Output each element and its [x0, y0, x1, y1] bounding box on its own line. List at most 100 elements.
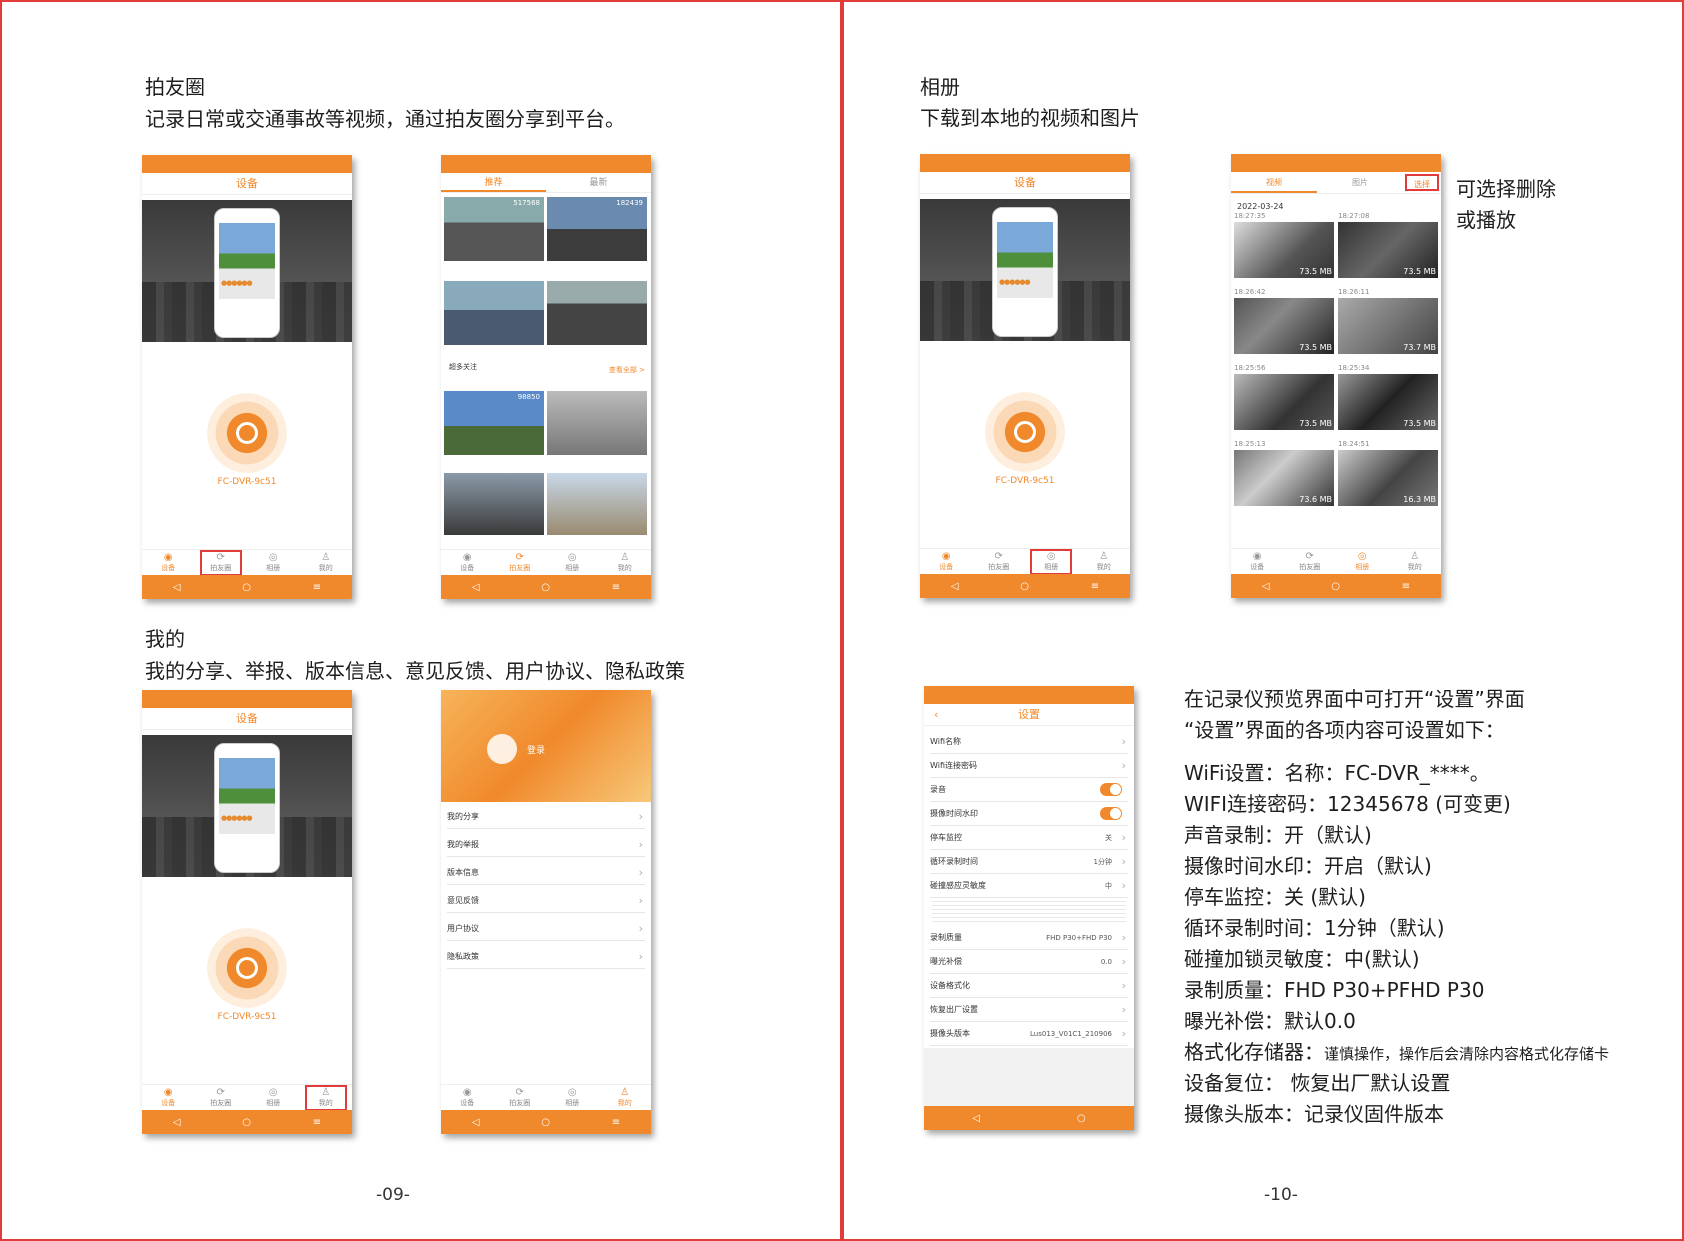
back-key[interactable]: ◁	[173, 1117, 181, 1128]
see-all-link[interactable]: 查看全部 >	[609, 365, 645, 375]
settings-row[interactable]: 录制质量 FHD P30+FHD P30 ›	[930, 926, 1128, 950]
video-thumb[interactable]: 73.5 MB	[1234, 374, 1334, 430]
feed-video-thumb[interactable]: 98850	[444, 391, 544, 455]
tab-album[interactable]: ◎ 相册	[552, 1086, 592, 1110]
tab-mine[interactable]: ♙ 我的	[605, 1086, 645, 1110]
menu-item[interactable]: 我的举报 ›	[447, 833, 645, 857]
tab-device[interactable]: ◉ 设备	[148, 1086, 188, 1110]
video-timestamp: 18:25:13	[1234, 440, 1266, 448]
settings-row[interactable]: 设备格式化 ›	[930, 974, 1128, 998]
feed-video-thumb[interactable]	[547, 281, 647, 345]
settings-intro-2: “设置”界面的各项内容可设置如下：	[1184, 718, 1505, 742]
tab-moments[interactable]: ⟳ 拍友圈	[201, 1086, 241, 1110]
tab-device[interactable]: ◉ 设备	[447, 1086, 487, 1110]
back-key[interactable]: ◁	[472, 582, 480, 593]
video-thumb[interactable]: 73.5 MB	[1338, 374, 1438, 430]
album-note-1: 可选择删除	[1456, 177, 1556, 201]
tab-recommend[interactable]: 推荐	[441, 173, 546, 192]
video-thumb[interactable]: 73.5 MB	[1234, 222, 1334, 278]
menu-item[interactable]: 用户协议 ›	[447, 917, 645, 941]
tab-album[interactable]: ◎ 相册	[1030, 548, 1073, 575]
menu-item[interactable]: 版本信息 ›	[447, 861, 645, 885]
tab-latest[interactable]: 最新	[546, 173, 651, 192]
settings-row[interactable]: 录音	[930, 778, 1128, 802]
video-thumb[interactable]: 73.6 MB	[1234, 450, 1334, 506]
tab-device[interactable]: ◉ 设备	[148, 551, 188, 575]
toggle-switch[interactable]	[1100, 807, 1122, 820]
settings-row[interactable]: 停车监控关 ›	[930, 826, 1128, 850]
menu-item[interactable]: 我的分享 ›	[447, 805, 645, 829]
settings-bottom-area	[924, 1048, 1134, 1106]
username[interactable]: 登录	[527, 743, 545, 756]
feed-video-thumb[interactable]	[547, 391, 647, 455]
menu-key[interactable]: ≡	[1402, 581, 1410, 592]
menu-key[interactable]: ≡	[1091, 581, 1099, 592]
feed-video-thumb[interactable]	[444, 473, 544, 535]
feed-video-thumb[interactable]: 182439	[547, 197, 647, 261]
video-timestamp: 18:26:11	[1338, 288, 1370, 296]
tab-photo[interactable]: 图片	[1317, 172, 1403, 193]
tab-mine[interactable]: ♙ 我的	[605, 551, 645, 575]
home-key[interactable]: ○	[541, 1117, 550, 1128]
tab-mine[interactable]: ♙ 我的	[1084, 550, 1124, 574]
file-size: 73.7 MB	[1403, 343, 1436, 352]
tab-device[interactable]: ◉ 设备	[926, 550, 966, 574]
menu-key[interactable]: ≡	[313, 582, 321, 593]
tab-album[interactable]: ◎ 相册	[1342, 550, 1382, 574]
back-key[interactable]: ◁	[472, 1117, 480, 1128]
video-thumb[interactable]: 16.3 MB	[1338, 450, 1438, 506]
back-icon[interactable]: ‹	[934, 704, 938, 726]
video-thumb[interactable]: 73.7 MB	[1338, 298, 1438, 354]
home-key[interactable]: ○	[1020, 581, 1029, 592]
home-key[interactable]: ○	[242, 582, 251, 593]
back-key[interactable]: ◁	[1262, 581, 1270, 592]
tab-device[interactable]: ◉ 设备	[1237, 550, 1277, 574]
tab-moments[interactable]: ⟳ 拍友圈	[500, 1086, 540, 1110]
tab-moments[interactable]: ⟳ 拍友圈	[979, 550, 1019, 574]
settings-row[interactable]: 碰撞感应灵敏度中 ›	[930, 874, 1128, 898]
menu-key[interactable]: ≡	[313, 1117, 321, 1128]
tab-album[interactable]: ◎ 相册	[552, 551, 592, 575]
settings-row[interactable]: 摄像时间水印	[930, 802, 1128, 826]
feed-video-thumb[interactable]	[444, 281, 544, 345]
tab-video[interactable]: 视频	[1231, 172, 1317, 193]
select-button[interactable]: 选择	[1405, 174, 1439, 191]
video-thumb[interactable]: 73.5 MB	[1338, 222, 1438, 278]
menu-key[interactable]: ≡	[612, 1117, 620, 1128]
section-desc-mine: 我的分享、举报、版本信息、意见反馈、用户协议、隐私政策	[145, 659, 685, 683]
settings-row[interactable]: Wifi连接密码 ›	[930, 754, 1128, 778]
tab-mine[interactable]: ♙ 我的	[1395, 550, 1435, 574]
tab-moments[interactable]: ⟳ 拍友圈	[1290, 550, 1330, 574]
settings-row[interactable]: 恢复出厂设置 ›	[930, 998, 1128, 1022]
video-thumb[interactable]: 73.5 MB	[1234, 298, 1334, 354]
feed-video-thumb[interactable]	[547, 473, 647, 535]
tab-mine[interactable]: ♙ 我的	[304, 1084, 347, 1111]
back-key[interactable]: ◁	[951, 581, 959, 592]
tab-album[interactable]: ◎ 相册	[253, 551, 293, 575]
tab-moments[interactable]: ⟳ 拍友圈	[500, 551, 540, 575]
settings-row[interactable]: 循环录制时间 1分钟 ›	[930, 850, 1128, 874]
settings-row[interactable]: 摄像头版本 Lus013_V01C1_210906 ›	[930, 1022, 1128, 1046]
tab-mine[interactable]: ♙ 我的	[306, 551, 346, 575]
camera-icon[interactable]	[207, 928, 287, 1008]
settings-row[interactable]: 曝光补偿 0.0 ›	[930, 950, 1128, 974]
home-key[interactable]: ○	[1077, 1113, 1086, 1124]
back-key[interactable]: ◁	[173, 582, 181, 593]
tab-device[interactable]: ◉ 设备	[447, 551, 487, 575]
menu-item[interactable]: 意见反馈 ›	[447, 889, 645, 913]
tab-moments[interactable]: ⟳ 拍友圈	[199, 549, 242, 576]
back-key[interactable]: ◁	[972, 1113, 980, 1124]
camera-icon[interactable]	[207, 393, 287, 473]
home-key[interactable]: ○	[541, 582, 550, 593]
home-key[interactable]: ○	[242, 1117, 251, 1128]
menu-item[interactable]: 隐私政策 ›	[447, 945, 645, 969]
toggle-switch[interactable]	[1100, 783, 1122, 796]
camera-icon[interactable]	[985, 392, 1065, 472]
home-key[interactable]: ○	[1331, 581, 1340, 592]
tab-album[interactable]: ◎ 相册	[253, 1086, 293, 1110]
settings-row[interactable]: Wifi名称 ›	[930, 730, 1128, 754]
feed-video-thumb[interactable]: 517568	[444, 197, 544, 261]
menu-key[interactable]: ≡	[612, 582, 620, 593]
avatar[interactable]	[487, 734, 517, 764]
section-label: 超多关注	[449, 363, 477, 371]
